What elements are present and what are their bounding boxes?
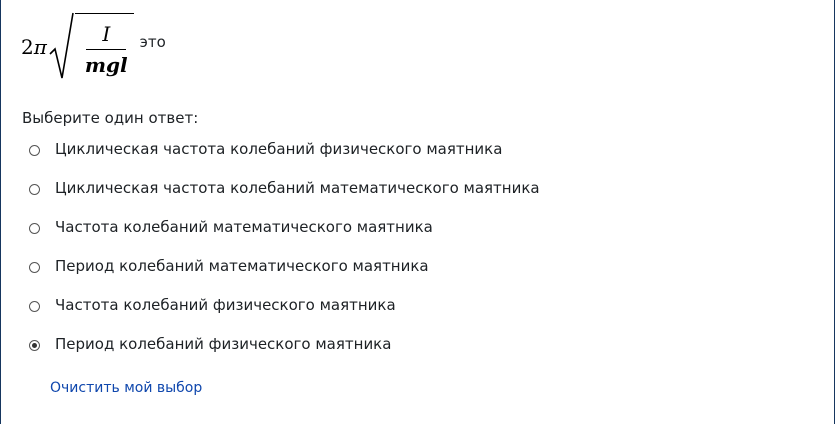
question-panel: 2π I mgl это Выберите один ответ: Циклич…: [0, 0, 835, 424]
formula-denominator: mgl: [84, 52, 128, 77]
answer-label[interactable]: Период колебаний физического маятника: [55, 333, 391, 355]
formula-numerator: I: [102, 21, 111, 46]
formula-fraction: I mgl: [83, 21, 130, 78]
radio-button-selected[interactable]: [29, 339, 40, 351]
radio-dot-icon: [32, 342, 37, 348]
radio-button[interactable]: [29, 144, 40, 156]
radical-sign: [49, 12, 74, 79]
radio-button[interactable]: [29, 183, 40, 195]
answer-label[interactable]: Частота колебаний математического маятни…: [55, 216, 433, 238]
question-suffix: это: [139, 33, 166, 51]
answer-list: Циклическая частота колебаний физическог…: [29, 129, 540, 363]
formula-radicand: I mgl: [74, 13, 134, 82]
answer-option[interactable]: Период колебаний математического маятник…: [29, 246, 540, 285]
formula-sqrt: I mgl: [49, 12, 134, 82]
answer-label[interactable]: Частота колебаний физического маятника: [55, 294, 396, 316]
answer-prompt: Выберите один ответ:: [22, 109, 199, 127]
answer-option[interactable]: Частота колебаний математического маятни…: [29, 207, 540, 246]
answer-label[interactable]: Циклическая частота колебаний математиче…: [55, 177, 540, 199]
answer-label[interactable]: Период колебаний математического маятник…: [55, 255, 429, 277]
answer-option[interactable]: Период колебаний физического маятника: [29, 324, 540, 363]
question-text: 2π I mgl это: [21, 12, 166, 82]
formula: 2π I mgl: [21, 12, 134, 82]
answer-option[interactable]: Частота колебаний физического маятника: [29, 285, 540, 324]
formula-coefficient: 2π: [21, 35, 47, 59]
answer-option[interactable]: Циклическая частота колебаний математиче…: [29, 168, 540, 207]
formula-pi: π: [33, 35, 47, 59]
answer-option[interactable]: Циклическая частота колебаний физическог…: [29, 129, 540, 168]
clear-choice-link[interactable]: Очистить мой выбор: [50, 380, 202, 396]
radio-button[interactable]: [29, 261, 40, 273]
radio-button[interactable]: [29, 300, 40, 312]
answer-label[interactable]: Циклическая частота колебаний физическог…: [55, 138, 502, 160]
radio-button[interactable]: [29, 222, 40, 234]
